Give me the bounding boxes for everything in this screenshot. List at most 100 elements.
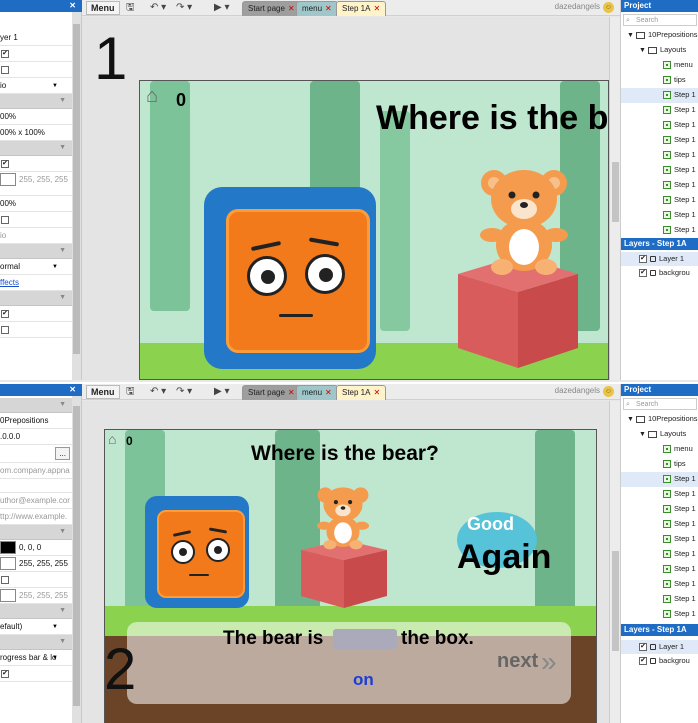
undo-icon[interactable]: ↶ ▾ [150, 385, 166, 399]
home-icon[interactable]: ⌂ [108, 431, 116, 447]
color-swatch[interactable] [0, 557, 16, 571]
checkbox[interactable]: ✔ [1, 159, 9, 168]
property-row[interactable] [0, 62, 72, 78]
property-row[interactable]: rogress bar & lo ▼ [0, 650, 72, 666]
tree-item-layout[interactable]: tips [621, 457, 698, 472]
property-row[interactable]: ✔ [0, 156, 72, 172]
property-row[interactable]: 255, 255, 255 [0, 588, 72, 604]
close-icon[interactable]: ✕ [325, 388, 332, 397]
tree-item-layout[interactable]: Step 1 [621, 163, 698, 178]
answer-blank[interactable] [333, 629, 397, 649]
chevron-down-icon[interactable]: ▼ [639, 431, 646, 438]
visibility-checkbox[interactable]: ✔ [639, 269, 647, 278]
property-row[interactable]: ffects [0, 275, 72, 291]
property-row[interactable]: io ▼ [0, 78, 72, 94]
property-row[interactable]: ✔ [0, 46, 72, 62]
next-arrow-icon[interactable]: » [541, 646, 557, 678]
checkbox[interactable] [1, 325, 9, 334]
smiley-icon[interactable]: ☺ [603, 2, 614, 13]
tab-menu[interactable]: menu ✕ [296, 1, 338, 16]
property-row[interactable] [0, 479, 72, 493]
tree-item-layout[interactable]: Step 1 [621, 103, 698, 118]
lock-icon[interactable] [650, 644, 656, 651]
property-group-header[interactable]: ▼ [0, 398, 72, 413]
property-row[interactable]: yer 1 [0, 30, 72, 46]
visibility-checkbox[interactable]: ✔ [639, 657, 647, 666]
tree-item-layout[interactable]: tips [621, 73, 698, 88]
lock-icon[interactable] [650, 270, 656, 277]
effects-link[interactable]: ffects [0, 278, 19, 287]
property-row[interactable]: .0.0.0 [0, 429, 72, 445]
tree-item-layout[interactable]: Step 1 [621, 607, 698, 622]
tree-item-layout[interactable]: menu [621, 442, 698, 457]
property-row[interactable]: io [0, 228, 72, 244]
chevron-down-icon[interactable]: ▼ [59, 247, 66, 254]
color-swatch[interactable] [0, 541, 16, 555]
game-stage[interactable]: ⌂ 0 Where is the bear? Good Again The be… [104, 429, 597, 723]
property-row[interactable]: ... [0, 445, 72, 463]
tree-item-layout[interactable]: Step 1 [621, 472, 698, 487]
close-icon[interactable]: ✕ [288, 4, 295, 13]
chevron-down-icon[interactable]: ▼ [627, 416, 634, 423]
save-icon[interactable]: 🖫 [126, 1, 135, 15]
property-row[interactable]: 0Prepositions [0, 413, 72, 429]
color-swatch[interactable] [0, 173, 16, 187]
layer-row[interactable]: ✔ backgrou [621, 654, 698, 668]
layout-canvas[interactable]: ⌂ 0 Where is the bear? Good Again The be… [82, 401, 609, 723]
chevron-down-icon[interactable]: ▼ [59, 97, 66, 104]
property-row[interactable]: 0, 0, 0 [0, 540, 72, 556]
close-icon[interactable]: ✕ [69, 0, 76, 12]
smiley-icon[interactable]: ☺ [603, 386, 614, 397]
checkbox[interactable]: ✔ [1, 669, 9, 678]
property-row[interactable]: om.company.appna [0, 463, 72, 479]
tree-item-layout[interactable]: Step 1 [621, 178, 698, 193]
tree-item-layout[interactable]: Step 1 [621, 118, 698, 133]
browse-button[interactable]: ... [55, 447, 70, 460]
property-row[interactable]: ttp://www.example. [0, 509, 72, 525]
menu-button[interactable]: Menu [86, 385, 120, 399]
tab-menu[interactable]: menu ✕ [296, 385, 338, 400]
tree-item-layout[interactable]: Step 1 [621, 193, 698, 208]
chevron-down-icon[interactable]: ▼ [59, 528, 66, 535]
tree-item-layout[interactable]: Step 1 [621, 208, 698, 223]
property-row[interactable]: ormal ▼ [0, 259, 72, 275]
menu-button[interactable]: Menu [86, 1, 120, 15]
chevron-down-icon[interactable]: ▼ [52, 619, 58, 634]
property-row[interactable] [0, 212, 72, 228]
run-icon[interactable]: ▶ ▾ [214, 385, 230, 399]
property-row[interactable]: ✔ [0, 306, 72, 322]
canvas-scrollbar[interactable] [609, 17, 620, 380]
property-row[interactable]: ✔ [0, 666, 72, 682]
undo-icon[interactable]: ↶ ▾ [150, 1, 166, 15]
property-group-header[interactable]: ▼ [0, 635, 72, 650]
layer-row[interactable]: ✔ Layer 1 [621, 640, 698, 654]
tab-start-page[interactable]: Start page ✕ [242, 385, 301, 400]
redo-icon[interactable]: ↷ ▾ [176, 385, 192, 399]
tree-item-layout[interactable]: Step 1 [621, 148, 698, 163]
tree-item-layout[interactable]: Step 1 [621, 577, 698, 592]
close-icon[interactable]: ✕ [288, 388, 295, 397]
property-group-header[interactable]: ▼ [0, 291, 72, 306]
canvas-scrollbar[interactable] [609, 401, 620, 723]
tree-item-layout[interactable]: Step 1 [621, 487, 698, 502]
tree-item-layout[interactable]: Step 1 [621, 547, 698, 562]
checkbox[interactable]: ✔ [1, 49, 9, 58]
close-icon[interactable]: ✕ [69, 384, 76, 396]
tree-item-layout[interactable]: Step 1 [621, 223, 698, 238]
tree-item-layout[interactable]: Step 1 [621, 517, 698, 532]
home-icon[interactable]: ⌂ [146, 85, 158, 108]
tree-item-layout[interactable]: Step 1 [621, 562, 698, 577]
close-icon[interactable]: ✕ [373, 388, 380, 397]
tree-folder-layouts[interactable]: ▼ Layouts [621, 43, 698, 58]
tree-item-layout[interactable]: Step 1 [621, 502, 698, 517]
visibility-checkbox[interactable]: ✔ [639, 643, 647, 652]
tab-step-1a[interactable]: Step 1A ✕ [336, 385, 387, 400]
chevron-down-icon[interactable]: ▼ [59, 607, 66, 614]
property-row[interactable]: uthor@example.cor [0, 493, 72, 509]
checkbox[interactable]: ✔ [1, 309, 9, 318]
checkbox[interactable] [1, 215, 9, 224]
layout-canvas[interactable]: 1 ⌂ 0 Where is the be [82, 17, 609, 380]
chevron-down-icon[interactable]: ▼ [59, 294, 66, 301]
tree-root[interactable]: ▼ 10Prepositions [621, 28, 698, 43]
chevron-down-icon[interactable]: ▼ [59, 144, 66, 151]
